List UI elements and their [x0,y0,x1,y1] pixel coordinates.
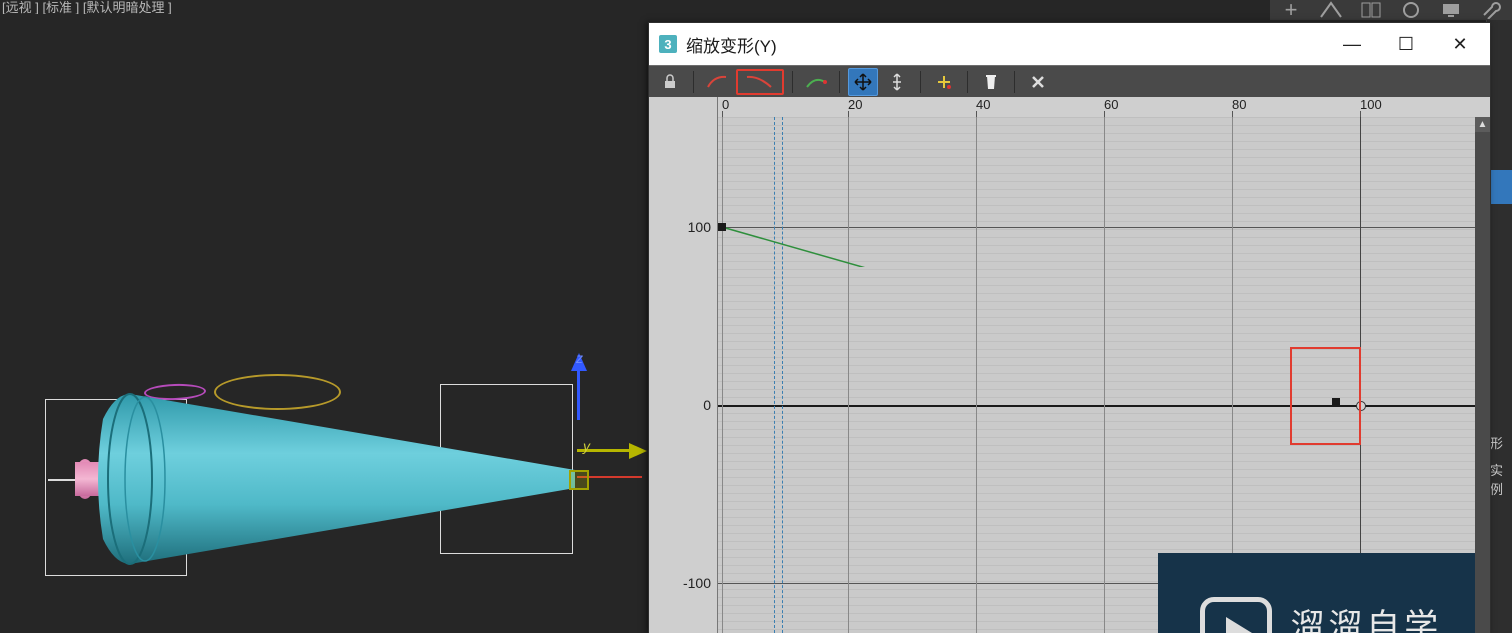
reset-icon[interactable] [1023,68,1053,96]
snap-angle-icon[interactable] [1316,1,1346,19]
loft-end-bbox [440,384,573,554]
curve-green-icon[interactable] [801,68,831,96]
move-point-icon[interactable] [848,68,878,96]
lock-icon[interactable] [655,68,685,96]
curve-point-start[interactable] [718,223,726,231]
right-panel-item-shape[interactable]: 形 [1490,433,1503,452]
window-maximize-button[interactable]: ☐ [1394,34,1418,55]
right-panel-active-tab[interactable] [1489,170,1512,204]
loft-profile-small-ellipse [144,383,207,401]
tutorial-highlight-box [1290,347,1361,445]
x-tick-40: 40 [976,97,990,112]
curve-right-icon[interactable] [736,69,784,95]
screen-icon[interactable] [1436,1,1466,19]
x-tick-60: 60 [1104,97,1118,112]
snap-grid-icon[interactable] [1356,1,1386,19]
watermark: 溜溜自学 ZIXUE.3D66.COM [1158,553,1475,633]
right-panel-item-instance[interactable]: 实例 [1490,460,1512,498]
loft-profile-ellipse [214,374,341,410]
insert-point-icon[interactable] [929,68,959,96]
window-close-button[interactable]: ✕ [1448,34,1472,55]
play-icon [1200,597,1272,633]
deform-curve[interactable] [718,117,1018,267]
scale-deform-window: 3 缩放变形(Y) — ☐ ✕ [648,22,1491,633]
gizmo-z-axis[interactable] [577,360,580,420]
scroll-up-icon[interactable]: ▲ [1475,117,1490,132]
gizmo-xy-plane[interactable] [569,470,589,490]
y-tick-m100: -100 [683,575,711,591]
x-tick-80: 80 [1232,97,1246,112]
delete-point-icon[interactable] [976,68,1006,96]
circle-icon[interactable] [1396,1,1426,19]
scale-vertical-icon[interactable] [882,68,912,96]
ruler-y: 100 0 -100 [649,97,718,633]
x-tick-20: 20 [848,97,862,112]
loft-path-line [48,479,572,481]
wrench-icon[interactable] [1476,1,1506,19]
loft-cap-bbox [45,399,187,576]
window-titlebar[interactable]: 3 缩放变形(Y) — ☐ ✕ [649,23,1490,66]
plot-vertical-scrollbar[interactable]: ▲ [1475,117,1490,633]
gizmo-z-label: z [576,350,583,366]
deform-toolbar [649,66,1490,99]
y-tick-0: 0 [703,397,711,413]
window-title: 缩放变形(Y) [686,32,777,57]
x-tick-100: 100 [1360,97,1382,112]
x-tick-0: 0 [722,97,729,112]
grid-v-60 [1104,117,1105,633]
window-minimize-button[interactable]: — [1340,34,1364,55]
y-tick-100: 100 [688,219,711,235]
plus-icon[interactable]: + [1276,1,1306,19]
top-icon-strip: + [1270,0,1512,20]
gizmo-y-label: y [583,438,590,454]
viewport-3d[interactable]: z y [0,14,648,633]
curve-left-icon[interactable] [702,68,732,96]
ruler-x: 0 20 40 60 80 100 [718,97,1490,118]
deform-plot[interactable]: 溜溜自学 ZIXUE.3D66.COM [718,117,1475,633]
app-icon: 3 [659,35,677,53]
watermark-brand: 溜溜自学 [1290,599,1455,633]
